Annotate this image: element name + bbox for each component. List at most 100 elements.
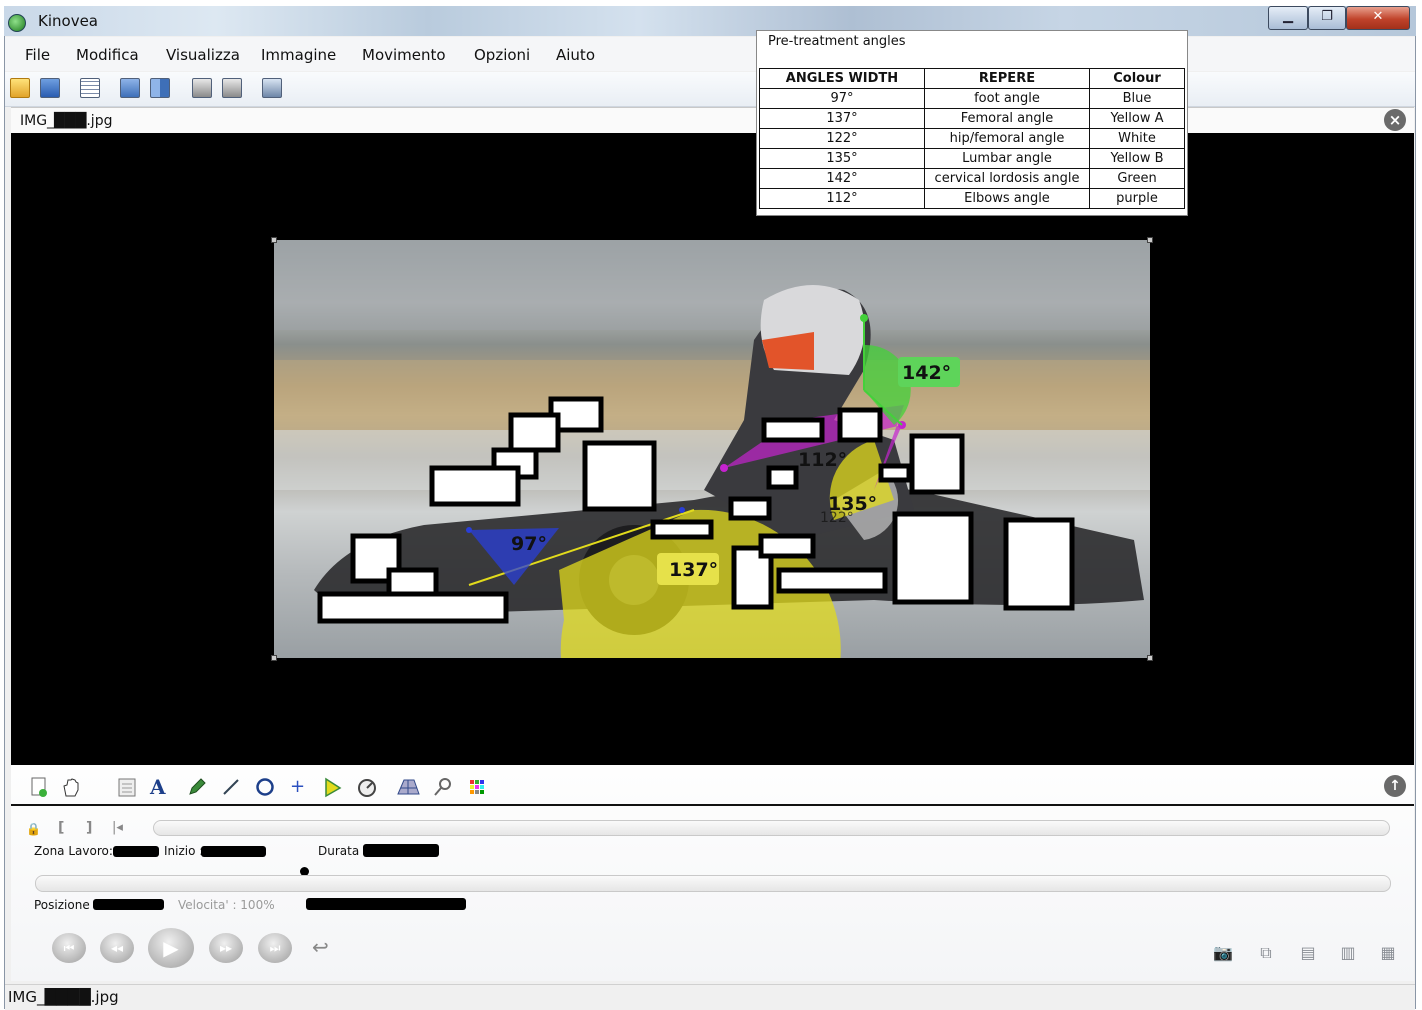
set-start-icon[interactable]: [	[58, 820, 64, 836]
pencil-tool-icon[interactable]	[186, 776, 208, 798]
circle-tool-icon[interactable]	[254, 776, 276, 798]
cell-angle: 112°	[759, 188, 925, 209]
close-file-icon[interactable]: ×	[1384, 109, 1406, 131]
kinovea-logo-icon	[8, 14, 26, 32]
speed-label: Velocita' : 100%	[178, 898, 275, 912]
cell-colour: Green	[1089, 168, 1185, 189]
duration-label: Durata :	[318, 844, 368, 858]
color-palette-icon[interactable]	[466, 776, 488, 798]
angle-label-97: 97°	[511, 533, 547, 555]
redacted-speed-slider	[306, 898, 466, 910]
status-bar	[5, 984, 1415, 1010]
export-icon[interactable]	[262, 78, 282, 98]
goto-start-icon[interactable]: |◂	[112, 820, 123, 835]
single-view-icon[interactable]	[120, 78, 140, 98]
cell-colour: Yellow A	[1089, 108, 1185, 129]
table-caption: Pre-treatment angles	[768, 34, 906, 49]
angles-table: ANGLES WIDTH REPERE Colour 97° foot angl…	[759, 68, 1185, 209]
chrono-tool-icon[interactable]	[356, 776, 378, 798]
lock-icon[interactable]: 🔒	[26, 822, 41, 836]
text-tool-icon[interactable]: A	[150, 776, 172, 798]
loop-icon[interactable]: ↩	[312, 935, 329, 959]
export-paused-video-icon[interactable]: ▦	[1377, 942, 1399, 964]
cell-angle: 135°	[759, 148, 925, 169]
first-frame-button[interactable]: ⏮	[52, 933, 86, 963]
resize-handle-bottom-right[interactable]	[1147, 655, 1153, 661]
resize-handle-top-left[interactable]	[271, 237, 277, 243]
cell-angle: 137°	[759, 108, 925, 129]
annotated-image[interactable]: 142° 112° 135° 122° 97° 137°	[274, 240, 1150, 658]
resize-handle-top-right[interactable]	[1147, 237, 1153, 243]
grid-view-icon[interactable]	[80, 78, 100, 98]
file-name-label: IMG_███.jpg	[20, 113, 113, 129]
open-folder-icon[interactable]	[10, 78, 30, 98]
position-track[interactable]	[35, 875, 1391, 892]
close-window-button[interactable]: ✕	[1346, 6, 1410, 30]
snapshot-icon[interactable]: 📷	[1212, 942, 1234, 964]
perspective-grid-tool-icon[interactable]	[396, 776, 420, 798]
maximize-button[interactable]: ❐	[1308, 6, 1346, 30]
comment-tool-icon[interactable]	[116, 776, 138, 798]
table-row: 142° cervical lordosis angle Green	[759, 168, 1185, 189]
cell-colour: Yellow B	[1089, 148, 1185, 169]
export-video-icon[interactable]: ▥	[1337, 942, 1359, 964]
angle-label-137: 137°	[669, 559, 718, 581]
cell-repere: cervical lordosis angle	[924, 168, 1090, 189]
work-zone-label: Zona Lavoro:	[34, 844, 113, 858]
last-frame-button[interactable]: ⏭	[258, 933, 292, 963]
cell-repere: Femoral angle	[924, 108, 1090, 129]
table-row: 122° hip/femoral angle White	[759, 128, 1185, 149]
panel-divider	[11, 804, 1414, 806]
cell-angle: 142°	[759, 168, 925, 189]
dual-capture-icon[interactable]	[222, 78, 242, 98]
table-row: 97° foot angle Blue	[759, 88, 1185, 109]
set-end-icon[interactable]: ]	[86, 820, 92, 836]
table-header-row: ANGLES WIDTH REPERE Colour	[759, 68, 1185, 89]
capture-icon[interactable]	[192, 78, 212, 98]
work-zone-track[interactable]	[153, 820, 1390, 836]
record-video-icon[interactable]: ▤	[1297, 942, 1319, 964]
cell-colour: White	[1089, 128, 1185, 149]
menu-file[interactable]: File	[25, 46, 50, 64]
collapse-panel-icon[interactable]: ↑	[1384, 775, 1406, 797]
previous-frame-button[interactable]: ◂◂	[100, 933, 134, 963]
line-tool-icon[interactable]	[220, 776, 242, 798]
header-angles-width: ANGLES WIDTH	[759, 68, 925, 89]
menu-movimento[interactable]: Movimento	[362, 46, 446, 64]
table-row: 112° Elbows angle purple	[759, 188, 1185, 209]
angle-label-122: 122°	[820, 510, 854, 526]
minimize-button[interactable]: ▁	[1268, 6, 1308, 30]
menu-visualizza[interactable]: Visualizza	[166, 46, 240, 64]
next-frame-button[interactable]: ▸▸	[209, 933, 243, 963]
redacted-position-value	[93, 899, 164, 910]
new-drawing-icon[interactable]	[28, 776, 50, 798]
cell-colour: purple	[1089, 188, 1185, 209]
resize-handle-bottom-left[interactable]	[271, 655, 277, 661]
title-bar[interactable]	[4, 6, 1416, 36]
cell-repere: foot angle	[924, 88, 1090, 109]
angle-tool-icon[interactable]	[322, 776, 344, 798]
cell-repere: Elbows angle	[924, 188, 1090, 209]
header-repere: REPERE	[924, 68, 1090, 89]
header-colour: Colour	[1089, 68, 1185, 89]
cell-colour: Blue	[1089, 88, 1185, 109]
main-toolbar	[5, 72, 1415, 107]
redacted-work-zone-value	[113, 846, 159, 857]
menu-modifica[interactable]: Modifica	[76, 46, 139, 64]
position-label: Posizione	[34, 898, 90, 912]
menu-immagine[interactable]: Immagine	[261, 46, 336, 64]
cross-marker-tool-icon[interactable]: +	[290, 776, 312, 798]
hand-tool-icon[interactable]	[60, 776, 82, 798]
play-button[interactable]: ▶	[148, 928, 194, 968]
magnifier-tool-icon[interactable]	[432, 776, 454, 798]
cell-angle: 97°	[759, 88, 925, 109]
redacted-start-value	[201, 846, 266, 857]
dual-view-icon[interactable]	[150, 78, 170, 98]
table-row: 137° Femoral angle Yellow A	[759, 108, 1185, 129]
cell-repere: hip/femoral angle	[924, 128, 1090, 149]
menu-opzioni[interactable]: Opzioni	[474, 46, 530, 64]
multi-snapshot-icon[interactable]: ⧉	[1255, 942, 1277, 964]
annotation-layer: 142° 112° 135° 122° 97° 137°	[274, 240, 1150, 658]
menu-aiuto[interactable]: Aiuto	[556, 46, 595, 64]
save-icon[interactable]	[40, 78, 60, 98]
